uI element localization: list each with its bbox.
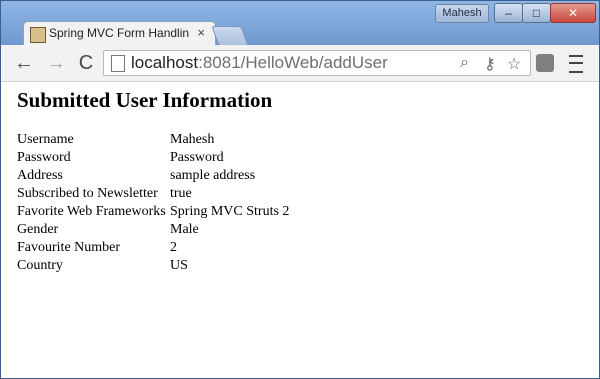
url-host: localhost (131, 53, 199, 72)
table-row: Favourite Number 2 (17, 240, 289, 258)
row-label: Username (17, 132, 74, 147)
row-label: Address (17, 168, 63, 183)
row-label: Country (17, 258, 63, 273)
table-row: Username Mahesh (17, 132, 289, 150)
maximize-button[interactable]: □ (522, 3, 551, 23)
row-value: Male (170, 222, 199, 237)
search-icon[interactable]: ⌕ (460, 54, 469, 72)
close-window-button[interactable]: ✕ (550, 3, 596, 23)
favicon-icon (30, 27, 46, 43)
back-icon[interactable]: ← (13, 52, 35, 74)
table-row: Subscribed to Newsletter true (17, 186, 289, 204)
page-title: Submitted User Information (17, 88, 273, 112)
tab-title: Spring MVC Form Handlin (49, 26, 189, 40)
row-value: Password (170, 150, 224, 165)
row-value: 2 (170, 240, 177, 255)
table-row: Country US (17, 258, 289, 276)
extension-icon[interactable] (536, 54, 554, 72)
browser-window: Mahesh – □ ✕ Spring MVC Form Handlin × ←… (0, 0, 600, 379)
address-bar[interactable]: localhost:8081/HelloWeb/addUser ⌕ ⚷ ☆ (103, 50, 531, 76)
page-icon (111, 55, 125, 72)
browser-toolbar: ← → C localhost:8081/HelloWeb/addUser ⌕ … (1, 45, 599, 82)
table-row: Address sample address (17, 168, 289, 186)
table-row: Password Password (17, 150, 289, 168)
new-tab-button[interactable] (211, 26, 249, 46)
menu-icon[interactable] (569, 55, 583, 73)
url-text[interactable]: localhost:8081/HelloWeb/addUser (131, 53, 388, 73)
star-icon[interactable]: ☆ (507, 54, 521, 74)
reload-icon[interactable]: C (75, 52, 97, 74)
user-info-table: Username Mahesh Password Password Addres… (17, 132, 289, 276)
row-label: Subscribed to Newsletter (17, 186, 158, 201)
row-label: Gender (17, 222, 59, 237)
table-row: Gender Male (17, 222, 289, 240)
browser-tab[interactable]: Spring MVC Form Handlin × (23, 21, 216, 47)
key-icon[interactable]: ⚷ (484, 54, 496, 74)
row-value: US (170, 258, 188, 273)
page-content: Submitted User Information Username Mahe… (1, 82, 599, 378)
row-value: Mahesh (170, 132, 215, 147)
minimize-button[interactable]: – (494, 3, 523, 23)
forward-icon[interactable]: → (45, 52, 67, 74)
title-bar: Mahesh – □ ✕ Spring MVC Form Handlin × (1, 1, 599, 47)
row-value: Spring MVC Struts 2 (170, 204, 290, 219)
row-value: true (170, 186, 192, 201)
table-row: Favorite Web Frameworks Spring MVC Strut… (17, 204, 289, 222)
row-value: sample address (170, 168, 256, 183)
row-label: Favorite Web Frameworks (17, 204, 166, 219)
url-path: :8081/HelloWeb/addUser (198, 53, 388, 72)
row-label: Password (17, 150, 71, 165)
row-label: Favourite Number (17, 240, 121, 255)
tab-close-button[interactable]: × (197, 25, 205, 40)
user-badge[interactable]: Mahesh (435, 4, 489, 23)
